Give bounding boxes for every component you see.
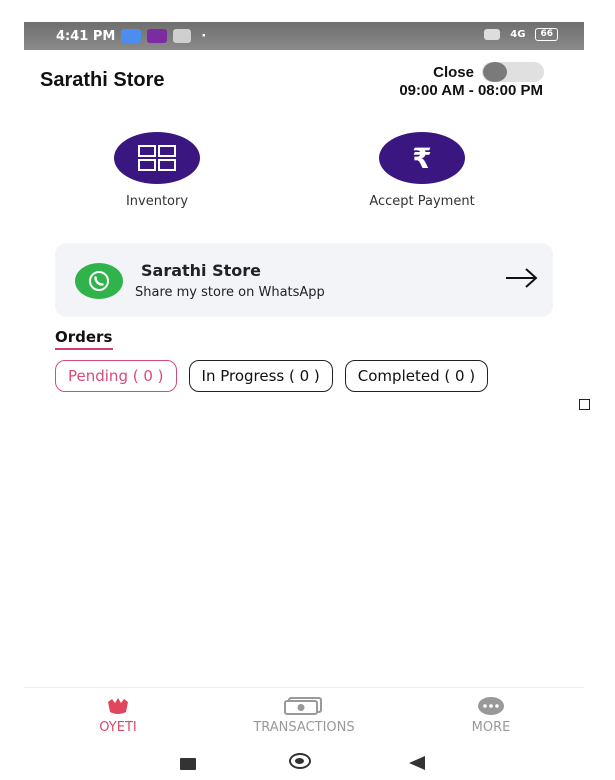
whatsapp-icon [75, 263, 123, 299]
cash-icon [228, 696, 380, 716]
status-right: 4G 66 [484, 28, 558, 41]
tab-in-progress[interactable]: In Progress ( 0 ) [188, 360, 333, 392]
accept-payment-button[interactable]: ₹ Accept Payment [332, 132, 512, 209]
whatsapp-share-card[interactable]: Sarathi Store Share my store on WhatsApp [55, 243, 553, 317]
tab-completed[interactable]: Completed ( 0 ) [344, 360, 489, 392]
store-open-toggle[interactable] [482, 62, 544, 82]
status-time: 4:41 PM [56, 28, 116, 44]
inventory-button[interactable]: Inventory [67, 132, 247, 209]
network-signal-icon: 4G [510, 29, 526, 40]
back-button[interactable] [409, 756, 425, 770]
orders-underline [55, 348, 113, 350]
arrow-right-icon [505, 267, 539, 293]
dot-icon: · [201, 28, 207, 44]
system-navigation-bar [24, 741, 584, 780]
volte-icon [484, 29, 501, 40]
store-open-toggle-group: Close [433, 62, 544, 82]
nav-transactions[interactable]: TRANSACTIONS [228, 696, 380, 735]
app-notification-icon [147, 29, 168, 43]
app-screen: 4:41 PM · 4G 66 Sarathi Store Close 09:0… [24, 22, 584, 780]
whatsapp-card-subtitle: Share my store on WhatsApp [135, 285, 325, 300]
rupee-icon: ₹ [379, 132, 465, 184]
more-dots-icon [456, 696, 526, 716]
nav-more-label: MORE [471, 720, 511, 735]
accept-payment-label: Accept Payment [369, 194, 475, 209]
recents-button[interactable] [180, 758, 196, 770]
home-button[interactable] [289, 753, 311, 769]
nav-more[interactable]: MORE [456, 696, 526, 735]
toggle-knob [483, 62, 507, 82]
store-hours: 09:00 AM - 08:00 PM [399, 82, 543, 99]
close-label: Close [433, 63, 474, 81]
nav-oyeti-label: OYETI [99, 720, 137, 735]
inventory-label: Inventory [125, 194, 189, 209]
bottom-navigation: OYETI TRANSACTIONS MORE [24, 687, 584, 741]
square-marker-icon [579, 399, 590, 410]
message-notification-icon [173, 29, 192, 43]
store-name: Sarathi Store [40, 69, 165, 91]
status-bar: 4:41 PM · 4G 66 [24, 22, 584, 50]
whatsapp-card-title: Sarathi Store [141, 261, 262, 280]
maps-notification-icon [121, 29, 142, 43]
tab-pending[interactable]: Pending ( 0 ) [55, 360, 177, 392]
nav-oyeti[interactable]: OYETI [84, 696, 152, 735]
oyeti-flower-icon [84, 696, 152, 716]
battery-icon: 66 [535, 28, 558, 41]
nav-transactions-label: TRANSACTIONS [253, 720, 355, 735]
inventory-grid-icon [114, 132, 200, 184]
orders-heading: Orders [55, 328, 113, 346]
order-status-tabs: Pending ( 0 ) In Progress ( 0 ) Completed … [55, 360, 553, 394]
